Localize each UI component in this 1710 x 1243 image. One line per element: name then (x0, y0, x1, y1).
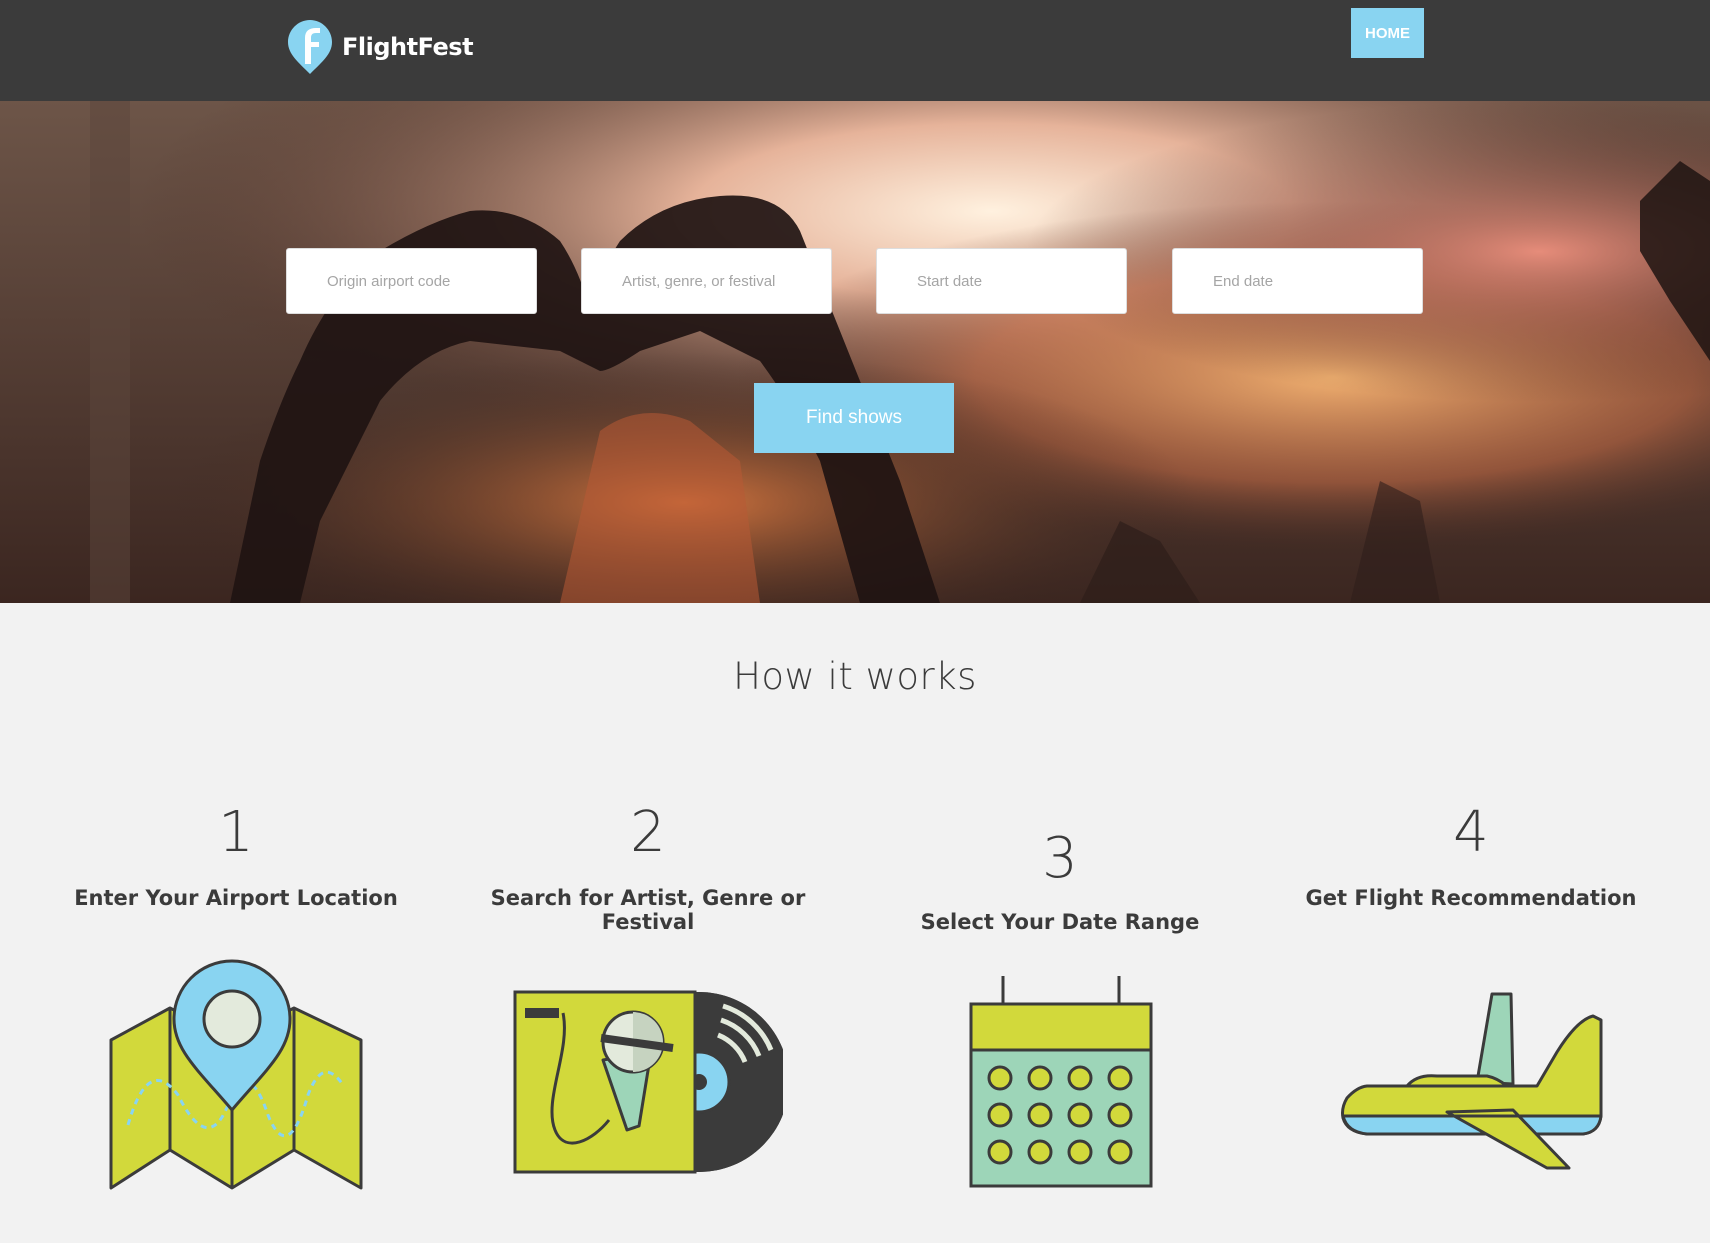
step-title: Search for Artist, Genre or Festival (490, 886, 806, 934)
step-title: Get Flight Recommendation (1305, 886, 1637, 910)
end-date-input[interactable] (1172, 248, 1423, 314)
brand-logo-icon (288, 20, 332, 74)
artist-search-input[interactable] (581, 248, 832, 314)
step-3: 3 Select Your Date Range (870, 826, 1250, 1206)
step-number: 2 (630, 800, 666, 865)
calendar-icon (969, 976, 1153, 1188)
origin-airport-input[interactable] (286, 248, 537, 314)
airplane-icon (1341, 992, 1603, 1170)
microphone-record-icon (513, 990, 783, 1174)
brand-logo[interactable]: FlightFest (286, 18, 474, 76)
step-title: Enter Your Airport Location (74, 886, 398, 910)
map-pin-icon (109, 959, 363, 1190)
step-number: 3 (1042, 826, 1078, 891)
brand-name: FlightFest (342, 33, 474, 61)
hero-banner: Find shows (0, 101, 1710, 603)
step-4: 4 Get Flight Recommendation (1281, 800, 1661, 1200)
how-it-works-title: How it works (733, 655, 977, 698)
step-number: 4 (1453, 800, 1489, 865)
step-title: Select Your Date Range (920, 910, 1200, 934)
nav-home-button[interactable]: HOME (1351, 8, 1424, 58)
concert-background-image (0, 101, 1710, 603)
start-date-input[interactable] (876, 248, 1127, 314)
step-1: 1 Enter Your Airport Location (46, 800, 426, 1200)
step-number: 1 (218, 800, 254, 865)
find-shows-button[interactable]: Find shows (754, 383, 954, 453)
step-2: 2 Search for Artist, Genre or Festival (458, 800, 838, 1200)
top-navbar: FlightFest HOME (0, 0, 1710, 101)
